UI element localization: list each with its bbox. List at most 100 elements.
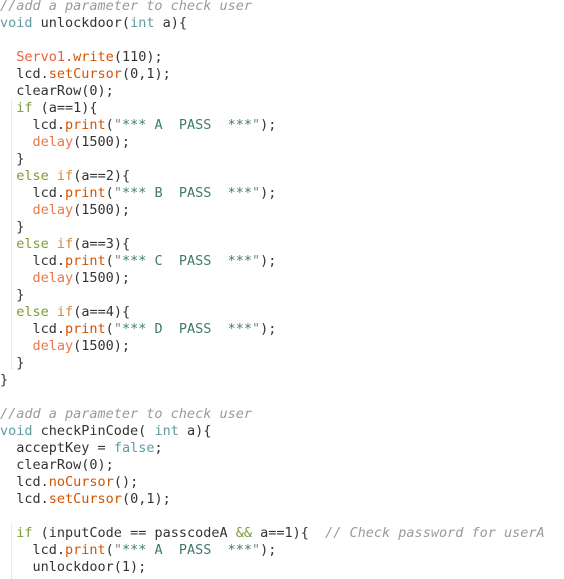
- code-token-keyword: int: [130, 15, 155, 31]
- code-token-plain: lcd.: [32, 542, 66, 558]
- code-token-plain: (: [105, 185, 114, 201]
- code-token-ifkw: if: [56, 236, 74, 252]
- code-editor-pane[interactable]: //add a parameter to check user void unlo…: [0, 0, 564, 579]
- code-token-plain: a==1){: [252, 525, 326, 541]
- code-line[interactable]: clearRow(0);: [0, 83, 564, 100]
- code-line[interactable]: //add a parameter to check user: [0, 0, 564, 15]
- code-line[interactable]: else if(a==4){: [0, 304, 564, 321]
- code-lines-container[interactable]: //add a parameter to check user void unlo…: [0, 0, 564, 576]
- code-line[interactable]: unlockdoor(1);: [0, 559, 564, 576]
- code-token-plain: lcd.: [16, 491, 49, 507]
- code-token-plain: (: [105, 542, 114, 558]
- code-token-keyword2: else: [16, 304, 49, 320]
- code-token-plain: ();: [113, 474, 139, 490]
- code-line[interactable]: delay(1500);: [0, 338, 564, 355]
- code-line[interactable]: void unlockdoor(int a){: [0, 15, 564, 32]
- code-token-plain: );: [260, 542, 277, 558]
- code-token-plain: ;: [154, 440, 163, 456]
- code-line[interactable]: acceptKey = false;: [0, 440, 564, 457]
- code-line[interactable]: [0, 32, 564, 49]
- code-line[interactable]: lcd.print("*** D PASS ***");: [0, 321, 564, 338]
- code-line[interactable]: delay(1500);: [0, 134, 564, 151]
- code-token-keyword2: if: [16, 525, 33, 541]
- code-token-func: .write: [65, 49, 114, 65]
- code-line[interactable]: delay(1500);: [0, 270, 564, 287]
- code-line[interactable]: lcd.print("*** B PASS ***");: [0, 185, 564, 202]
- code-token-keyword: int: [154, 423, 179, 439]
- code-line[interactable]: [0, 508, 564, 525]
- code-token-plain: lcd.: [16, 66, 49, 82]
- code-line[interactable]: lcd.noCursor();: [0, 474, 564, 491]
- code-token-plain: (a==4){: [73, 304, 131, 320]
- code-line[interactable]: lcd.print("*** A PASS ***");: [0, 542, 564, 559]
- code-token-plain: }: [16, 287, 25, 303]
- code-line[interactable]: lcd.setCursor(0,1);: [0, 491, 564, 508]
- code-token-plain: lcd.: [16, 474, 49, 490]
- code-token-quote: ": [252, 117, 261, 133]
- code-token-plain: (1500);: [73, 202, 131, 218]
- code-line[interactable]: if (inputCode == passcodeA && a==1){ // …: [0, 525, 564, 542]
- code-token-comment: //add a parameter to check user: [0, 0, 252, 14]
- code-token-quote: ": [252, 185, 261, 201]
- code-token-quote: ": [113, 185, 122, 201]
- code-line[interactable]: }: [0, 372, 564, 389]
- code-token-plain: (: [105, 253, 114, 269]
- code-token-string: *** A PASS ***: [121, 542, 252, 558]
- code-token-keyword2: else: [16, 236, 49, 252]
- code-token-quote: ": [252, 542, 261, 558]
- code-token-string: *** A PASS ***: [121, 117, 252, 133]
- code-line[interactable]: clearRow(0);: [0, 457, 564, 474]
- indent-guide: [11, 524, 12, 579]
- code-line[interactable]: //add a parameter to check user: [0, 406, 564, 423]
- code-line[interactable]: }: [0, 287, 564, 304]
- code-token-delay: delay: [32, 202, 74, 218]
- code-line[interactable]: Servo1.write(110);: [0, 49, 564, 66]
- code-token-func: setCursor: [48, 66, 122, 82]
- code-token-string: *** C PASS ***: [121, 253, 252, 269]
- code-line[interactable]: void checkPinCode( int a){: [0, 423, 564, 440]
- code-token-plain: (1500);: [73, 270, 131, 286]
- code-token-func: setCursor: [48, 491, 122, 507]
- code-token-delay: delay: [32, 270, 74, 286]
- code-line[interactable]: else if(a==3){: [0, 236, 564, 253]
- code-token-keyword2: else: [16, 168, 49, 184]
- code-line[interactable]: [0, 389, 564, 406]
- code-line[interactable]: lcd.print("*** A PASS ***");: [0, 117, 564, 134]
- code-token-comment: // Check password for userA: [325, 525, 545, 541]
- code-token-plain: );: [260, 253, 277, 269]
- code-line[interactable]: else if(a==2){: [0, 168, 564, 185]
- code-token-delay: delay: [32, 338, 74, 354]
- code-token-plain: (a==3){: [73, 236, 131, 252]
- code-token-plain: (1500);: [73, 338, 131, 354]
- code-line[interactable]: if (a==1){: [0, 100, 564, 117]
- code-line[interactable]: }: [0, 219, 564, 236]
- code-line[interactable]: }: [0, 355, 564, 372]
- code-token-plain: }: [16, 355, 25, 371]
- code-line[interactable]: delay(1500);: [0, 202, 564, 219]
- code-token-plain: lcd.: [32, 117, 66, 133]
- code-token-plain: (: [105, 321, 114, 337]
- code-line[interactable]: lcd.print("*** C PASS ***");: [0, 253, 564, 270]
- code-token-quote: ": [113, 321, 122, 337]
- code-token-func: noCursor: [48, 474, 114, 490]
- code-line[interactable]: }: [0, 151, 564, 168]
- code-line[interactable]: lcd.setCursor(0,1);: [0, 66, 564, 83]
- code-token-plain: (a==2){: [73, 168, 131, 184]
